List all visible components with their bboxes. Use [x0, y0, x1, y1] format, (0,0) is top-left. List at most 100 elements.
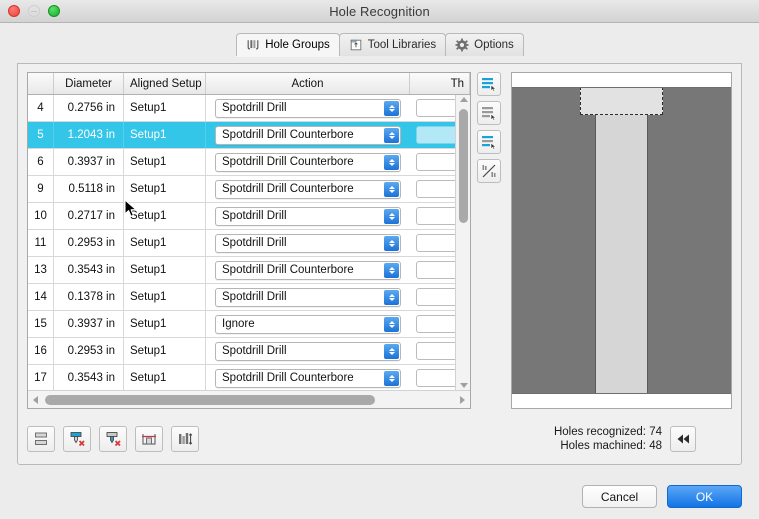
table-row[interactable]: 11 0.2953 in Setup1 Spotdrill Drill — [28, 230, 470, 257]
delete-bottom-operation-icon — [106, 432, 121, 447]
deselect-holes-icon — [482, 107, 497, 121]
hole-recognition-window: Hole Recognition Hole Groups Tool Librar… — [0, 0, 759, 519]
minimize-button[interactable] — [28, 5, 40, 17]
stepper-icon[interactable] — [384, 370, 399, 386]
cell-diameter: 0.2953 in — [54, 230, 124, 256]
action-dropdown[interactable]: Ignore — [215, 314, 401, 334]
deselect-holes-button[interactable] — [477, 101, 501, 125]
select-all-holes-button[interactable] — [477, 72, 501, 96]
action-dropdown[interactable]: Spotdrill Drill Counterbore — [215, 179, 401, 199]
table-row[interactable]: 6 0.3937 in Setup1 Spotdrill Drill Counterb… — [28, 149, 470, 176]
table-row[interactable]: 14 0.1378 in Setup1 Spotdrill Drill — [28, 284, 470, 311]
stepper-icon[interactable] — [384, 208, 399, 224]
cell-aligned-setup: Setup1 — [124, 203, 206, 229]
table-row[interactable]: 16 0.2953 in Setup1 Spotdrill Drill — [28, 338, 470, 365]
action-dropdown[interactable]: Spotdrill Drill Counterbore — [215, 152, 401, 172]
action-dropdown-value: Ignore — [222, 318, 255, 330]
hole-groups-icon — [247, 40, 259, 50]
cell-action: Spotdrill Drill — [206, 284, 410, 310]
cell-diameter: 1.2043 in — [54, 122, 124, 148]
dialog-footer: Cancel OK — [582, 485, 742, 508]
action-dropdown[interactable]: Spotdrill Drill — [215, 98, 401, 118]
column-header-thread[interactable]: Th — [410, 73, 470, 94]
bottom-toolbar: Holes recognized: 74 Holes machined: 48 — [27, 422, 732, 456]
rewind-button[interactable] — [670, 426, 696, 452]
scroll-down-arrow[interactable] — [460, 383, 468, 388]
cell-index: 16 — [28, 338, 54, 364]
ok-button[interactable]: OK — [667, 485, 742, 508]
stepper-icon[interactable] — [384, 181, 399, 197]
tab-hole-groups[interactable]: Hole Groups — [236, 33, 340, 56]
stepper-icon[interactable] — [384, 316, 399, 332]
merge-hole-group-icon — [35, 432, 47, 445]
tab-tool-libraries[interactable]: Tool Libraries — [338, 33, 447, 56]
table-row[interactable]: 15 0.3937 in Setup1 Ignore — [28, 311, 470, 338]
tool-libraries-icon — [350, 39, 361, 51]
scroll-up-arrow[interactable] — [460, 97, 468, 102]
stepper-icon[interactable] — [384, 100, 399, 116]
hole-table: Diameter Aligned Setup Action Th 4 0.2756… — [27, 72, 471, 409]
table-vertical-scrollbar[interactable] — [455, 95, 470, 390]
action-dropdown[interactable]: Spotdrill Drill Counterbore — [215, 260, 401, 280]
cell-diameter: 0.3543 in — [54, 365, 124, 390]
action-dropdown[interactable]: Spotdrill Drill — [215, 206, 401, 226]
action-dropdown[interactable]: Spotdrill Drill — [215, 233, 401, 253]
cell-aligned-setup: Setup1 — [124, 257, 206, 283]
stepper-icon[interactable] — [384, 262, 399, 278]
action-dropdown[interactable]: Spotdrill Drill — [215, 287, 401, 307]
delete-bottom-operation-button[interactable] — [99, 426, 127, 452]
cell-action: Spotdrill Drill — [206, 95, 410, 121]
vertical-scroll-thumb[interactable] — [459, 109, 468, 223]
cell-index: 10 — [28, 203, 54, 229]
stock-top-edge — [512, 87, 731, 88]
action-dropdown[interactable]: Spotdrill Drill Counterbore — [215, 125, 401, 145]
stepper-icon[interactable] — [384, 154, 399, 170]
action-dropdown-value: Spotdrill Drill — [222, 345, 287, 357]
action-dropdown-value: Spotdrill Drill — [222, 237, 287, 249]
adjust-hole-sizes-button[interactable] — [171, 426, 199, 452]
table-row[interactable]: 13 0.3543 in Setup1 Spotdrill Drill Counter… — [28, 257, 470, 284]
column-header-diameter[interactable]: Diameter — [54, 73, 124, 94]
cell-diameter: 0.2953 in — [54, 338, 124, 364]
cancel-button[interactable]: Cancel — [582, 485, 657, 508]
table-horizontal-scrollbar[interactable] — [28, 390, 470, 408]
scroll-left-arrow[interactable] — [28, 391, 43, 409]
toggle-hole-chart-button[interactable] — [477, 159, 501, 183]
action-dropdown-value: Spotdrill Drill Counterbore — [222, 156, 354, 168]
table-row[interactable]: 4 0.2756 in Setup1 Spotdrill Drill — [28, 95, 470, 122]
edit-hole-depth-button[interactable] — [135, 426, 163, 452]
cell-index: 15 — [28, 311, 54, 337]
close-button[interactable] — [8, 5, 20, 17]
select-similar-holes-button[interactable] — [477, 130, 501, 154]
table-row[interactable]: 9 0.5118 in Setup1 Spotdrill Drill Counterb… — [28, 176, 470, 203]
table-row[interactable]: 5 1.2043 in Setup1 Spotdrill Drill Counterb… — [28, 122, 470, 149]
tab-options[interactable]: Options — [445, 33, 524, 56]
action-dropdown-value: Spotdrill Drill Counterbore — [222, 183, 354, 195]
delete-top-operation-button[interactable] — [63, 426, 91, 452]
hole-preview[interactable] — [511, 72, 732, 409]
zoom-button[interactable] — [48, 5, 60, 17]
stepper-icon[interactable] — [384, 127, 399, 143]
stepper-icon[interactable] — [384, 289, 399, 305]
merge-hole-group-button[interactable] — [27, 426, 55, 452]
action-dropdown[interactable]: Spotdrill Drill — [215, 341, 401, 361]
action-dropdown[interactable]: Spotdrill Drill Counterbore — [215, 368, 401, 388]
table-row[interactable]: 10 0.2717 in Setup1 Spotdrill Drill — [28, 203, 470, 230]
cell-index: 11 — [28, 230, 54, 256]
horizontal-scroll-thumb[interactable] — [45, 394, 375, 405]
cell-aligned-setup: Setup1 — [124, 230, 206, 256]
delete-top-operation-icon — [70, 432, 85, 447]
stepper-icon[interactable] — [384, 235, 399, 251]
column-header-action[interactable]: Action — [206, 73, 410, 94]
action-dropdown-value: Spotdrill Drill Counterbore — [222, 264, 354, 276]
adjust-hole-sizes-icon — [179, 433, 193, 445]
column-header-index[interactable] — [28, 73, 54, 94]
stepper-icon[interactable] — [384, 343, 399, 359]
cell-aligned-setup: Setup1 — [124, 149, 206, 175]
stock-right — [647, 87, 731, 394]
counterbore-outline — [579, 87, 664, 115]
column-header-aligned-setup[interactable]: Aligned Setup — [124, 73, 206, 94]
table-row[interactable]: 17 0.3543 in Setup1 Spotdrill Drill Counter… — [28, 365, 470, 390]
cell-index: 14 — [28, 284, 54, 310]
scroll-right-arrow[interactable] — [455, 391, 470, 409]
